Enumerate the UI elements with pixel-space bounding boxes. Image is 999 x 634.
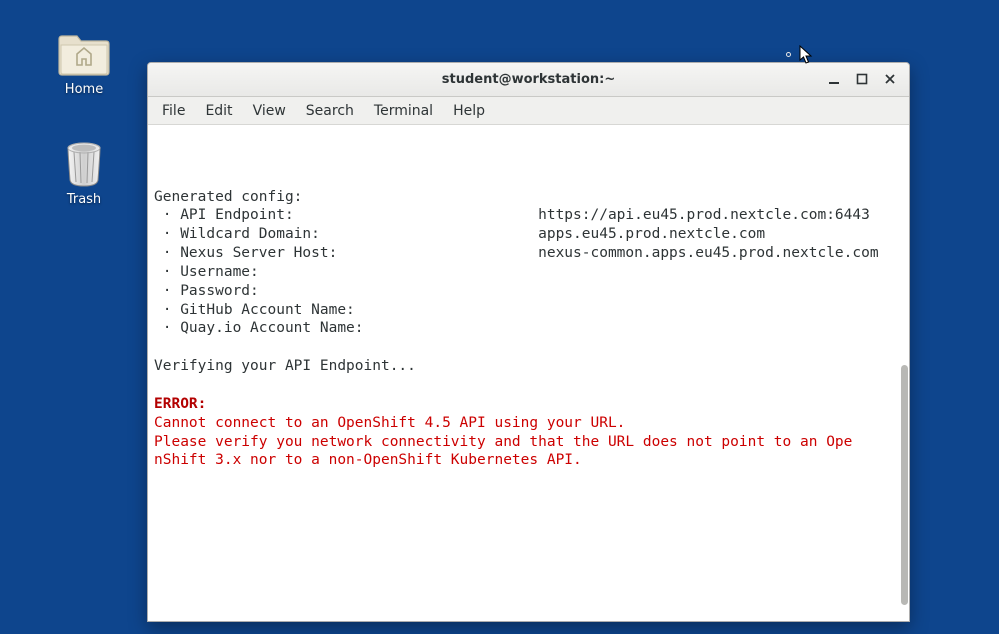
menu-edit[interactable]: Edit [195, 99, 242, 123]
terminal-output[interactable]: Generated config: · API Endpoint: https:… [148, 125, 909, 621]
terminal-line [154, 376, 905, 395]
desktop-icon-home[interactable]: Home [44, 30, 124, 97]
maximize-button[interactable] [849, 67, 875, 91]
terminal-window: student@workstation:~ File Edit View S [147, 62, 910, 622]
desktop-icon-label: Trash [67, 192, 101, 207]
window-title: student@workstation:~ [148, 72, 909, 87]
terminal-line: Cannot connect to an OpenShift 4.5 API u… [154, 414, 905, 433]
menu-file[interactable]: File [152, 99, 195, 123]
minimize-button[interactable] [821, 67, 847, 91]
terminal-line [154, 338, 905, 357]
close-icon [884, 73, 896, 85]
terminal-line: · Username: [154, 263, 905, 282]
terminal-line: nShift 3.x nor to a non-OpenShift Kubern… [154, 451, 905, 470]
terminal-line: · Quay.io Account Name: [154, 319, 905, 338]
scrollbar-thumb[interactable] [901, 365, 908, 605]
terminal-line: · Nexus Server Host: nexus-common.apps.e… [154, 244, 905, 263]
menu-help[interactable]: Help [443, 99, 495, 123]
window-controls [821, 67, 903, 91]
trash-icon [57, 140, 111, 188]
menubar: File Edit View Search Terminal Help [148, 97, 909, 125]
cursor-artifact-icon [786, 52, 791, 57]
folder-icon [57, 30, 111, 78]
terminal-line: Generated config: [154, 188, 905, 207]
close-button[interactable] [877, 67, 903, 91]
scrollbar[interactable] [899, 125, 909, 621]
minimize-icon [828, 73, 840, 85]
terminal-line: · Password: [154, 282, 905, 301]
menu-search[interactable]: Search [296, 99, 364, 123]
terminal-line: Please verify you network connectivity a… [154, 433, 905, 452]
menu-view[interactable]: View [243, 99, 296, 123]
desktop-icon-trash[interactable]: Trash [44, 140, 124, 207]
menu-terminal[interactable]: Terminal [364, 99, 443, 123]
terminal-line: ERROR: [154, 395, 905, 414]
terminal-line [154, 169, 905, 188]
terminal-line: · Wildcard Domain: apps.eu45.prod.nextcl… [154, 225, 905, 244]
terminal-line: Verifying your API Endpoint... [154, 357, 905, 376]
terminal-line: · GitHub Account Name: [154, 301, 905, 320]
window-titlebar[interactable]: student@workstation:~ [148, 63, 909, 97]
maximize-icon [856, 73, 868, 85]
terminal-line: · API Endpoint: https://api.eu45.prod.ne… [154, 206, 905, 225]
desktop-icon-label: Home [65, 82, 103, 97]
